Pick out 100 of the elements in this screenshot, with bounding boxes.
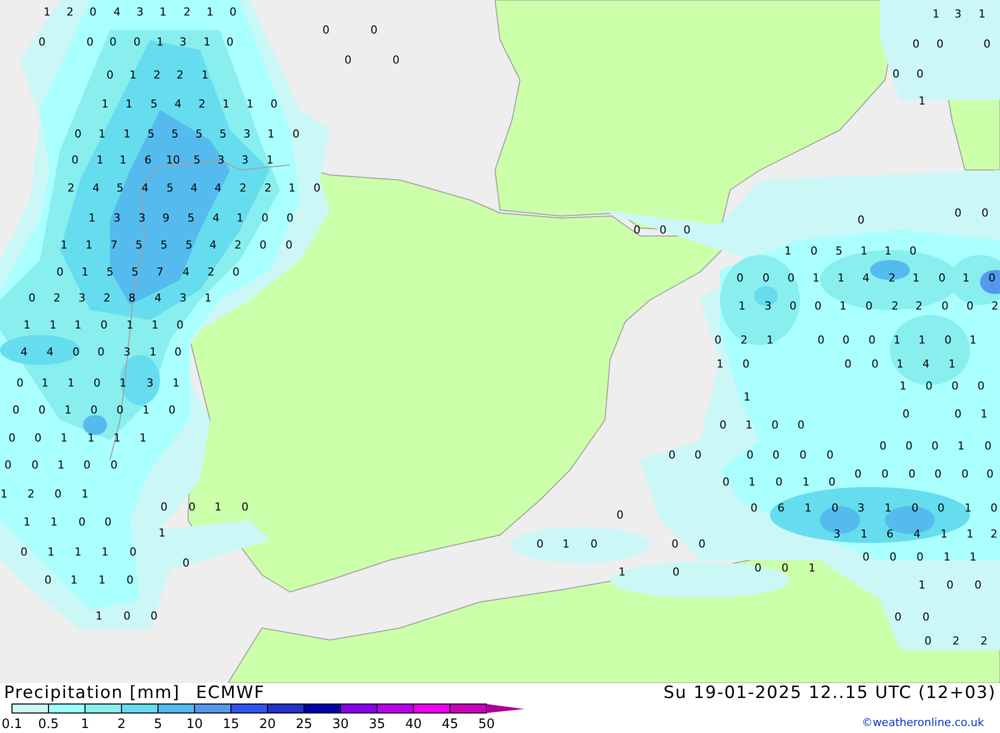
precipitation-value: 3: [244, 128, 250, 140]
precipitation-value: 5: [136, 238, 142, 252]
precipitation-value: 0: [858, 214, 864, 226]
precipitation-value: 0: [130, 546, 136, 558]
legend-tick-label: 5: [154, 717, 162, 732]
precipitation-value: 5: [106, 266, 114, 278]
precipitation-value: 0: [370, 24, 378, 36]
legend-tick-label: 30: [332, 717, 349, 732]
precipitation-value: 0: [742, 358, 750, 370]
precipitation-value: 0: [344, 54, 352, 66]
precipitation-value: 0: [668, 448, 676, 462]
precipitation-value: 3: [180, 292, 186, 304]
precipitation-value: 0: [800, 448, 806, 462]
precipitation-value: 1: [60, 432, 68, 444]
precipitation-value: 1: [784, 244, 792, 258]
precipitation-value: 0: [28, 292, 36, 304]
precipitation-value: 1: [74, 318, 82, 332]
precipitation-value: 0: [788, 272, 794, 284]
precipitation-value: 1: [120, 376, 126, 390]
precipitation-value: 6: [778, 502, 784, 514]
precipitation-value: 0: [736, 272, 744, 284]
precipitation-value: 0: [776, 476, 782, 488]
precipitation-value: 1: [206, 6, 214, 18]
precipitation-value: 5: [150, 98, 158, 110]
precipitation-value: 1: [202, 68, 208, 82]
precipitation-value: 1: [24, 516, 30, 528]
precipitation-value: 2: [66, 6, 74, 18]
precipitation-value: 1: [746, 418, 752, 432]
precipitation-value: 0: [966, 300, 974, 312]
precipitation-value: 2: [992, 300, 998, 312]
precipitation-value: 2: [28, 488, 34, 500]
precipitation-value: 0: [72, 346, 80, 358]
precipitation-value: 3: [218, 154, 224, 166]
precipitation-value: 0: [536, 538, 544, 550]
precipitation-value: 1: [82, 266, 88, 278]
precipitation-value: 1: [150, 346, 156, 358]
precipitation-value: 1: [98, 128, 106, 140]
precipitation-value: 0: [754, 562, 762, 574]
precipitation-value: 3: [138, 212, 146, 224]
legend-tick-label: 15: [222, 717, 240, 732]
precipitation-value: 1: [970, 334, 976, 346]
precipitation-value: 2: [952, 634, 960, 648]
precipitation-value: 3: [114, 212, 120, 224]
precipitation-value: 0: [978, 380, 984, 392]
precipitation-value: 3: [136, 6, 144, 18]
precipitation-value: 1: [618, 566, 626, 578]
precipitation-value: 2: [240, 182, 246, 194]
precipitation-value: 0: [72, 154, 78, 166]
precipitation-value: 0: [866, 300, 872, 312]
precipitation-value: 1: [932, 8, 940, 20]
precipitation-value: 1: [962, 272, 970, 284]
precipitation-value: 0: [38, 36, 46, 48]
precipitation-value: 0: [952, 380, 958, 392]
precipitation-value: 0: [292, 128, 300, 140]
precipitation-value: 0: [660, 224, 666, 236]
precipitation-value: 1: [738, 300, 746, 312]
precipitation-value: 1: [802, 476, 810, 488]
precipitation-value: 0: [906, 440, 912, 452]
precipitation-value: 1: [126, 98, 132, 110]
precipitation-value: 1: [894, 334, 900, 346]
precipitation-value: 0: [902, 408, 910, 420]
legend-tick-label: 10: [186, 717, 203, 732]
precipitation-value: 0: [772, 448, 780, 462]
precipitation-value: 0: [892, 68, 900, 80]
precipitation-value: 0: [942, 300, 948, 312]
precipitation-value: 0: [160, 500, 168, 514]
precipitation-value: 0: [882, 468, 888, 480]
precipitation-value: 0: [616, 508, 624, 522]
precipitation-value: 1: [884, 502, 892, 514]
precipitation-value: 0: [946, 578, 954, 592]
precipitation-value: 3: [954, 8, 962, 20]
precipitation-value: 1: [940, 528, 948, 540]
precipitation-value: 1: [804, 502, 812, 514]
precipitation-value: 1: [900, 380, 906, 392]
precipitation-value: 0: [746, 448, 754, 462]
precipitation-value: 0: [150, 610, 158, 622]
legend-tick-label: 35: [368, 717, 386, 732]
precipitation-value: 1: [98, 574, 106, 586]
precipitation-value: 0: [818, 334, 824, 346]
precipitation-value: 5: [116, 182, 124, 194]
precipitation-value: 0: [110, 458, 118, 472]
precipitation-value: 3: [764, 300, 772, 312]
precipitation-value: 0: [974, 578, 982, 592]
precipitation-value: 1: [808, 562, 816, 574]
precipitation-value: 0: [944, 334, 952, 346]
precipitation-value: 2: [154, 68, 160, 82]
precipitation-value: 1: [50, 516, 58, 528]
legend-tick-label: 40: [405, 717, 422, 732]
precipitation-value: 1: [160, 6, 166, 18]
precipitation-value: 0: [894, 610, 902, 624]
precipitation-value: 0: [124, 610, 130, 622]
precipitation-value: 5: [188, 212, 194, 224]
precipitation-value: 0: [862, 550, 870, 564]
precipitation-value: 7: [110, 238, 118, 252]
precipitation-value: 5: [148, 128, 154, 140]
precipitation-value: 0: [814, 300, 822, 312]
precipitation-value: 3: [146, 376, 154, 390]
precipitation-value: 0: [772, 418, 778, 432]
precipitation-value: 0: [100, 318, 108, 332]
precipitation-value: 2: [980, 634, 988, 648]
